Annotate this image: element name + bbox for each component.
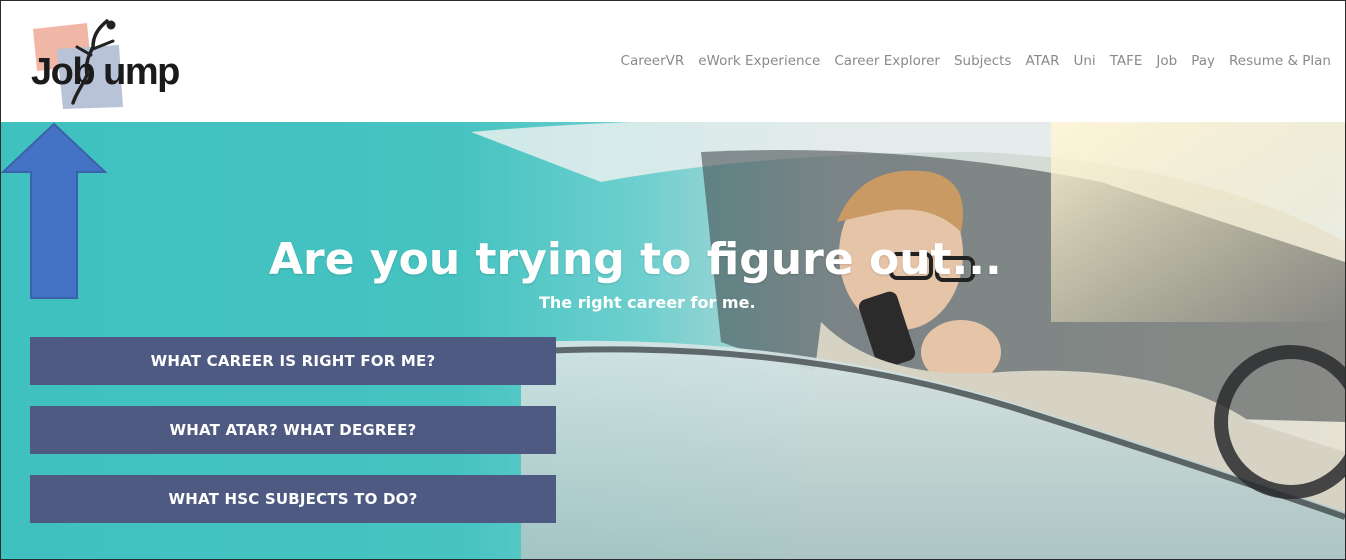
nav-item-subjects[interactable]: Subjects bbox=[954, 53, 1012, 69]
site-header: Job ump CareerVR eWork Experience Career… bbox=[1, 1, 1345, 122]
hero-headline: Are you trying to figure out... bbox=[269, 234, 1002, 285]
jobjump-logo[interactable]: Job ump bbox=[21, 15, 231, 115]
nav-item-ework-experience[interactable]: eWork Experience bbox=[698, 53, 820, 69]
nav-item-atar[interactable]: ATAR bbox=[1025, 53, 1059, 69]
nav-item-resume-plan[interactable]: Resume & Plan bbox=[1229, 53, 1331, 69]
nav-item-job[interactable]: Job bbox=[1156, 53, 1177, 69]
hero-banner: Are you trying to figure out... The righ… bbox=[1, 122, 1345, 559]
browser-page: Job ump CareerVR eWork Experience Career… bbox=[0, 0, 1346, 560]
nav-item-career-explorer[interactable]: Career Explorer bbox=[834, 53, 940, 69]
atar-degree-button[interactable]: WHAT ATAR? WHAT DEGREE? bbox=[30, 406, 556, 454]
nav-item-pay[interactable]: Pay bbox=[1191, 53, 1215, 69]
career-right-for-me-button[interactable]: WHAT CAREER IS RIGHT FOR ME? bbox=[30, 337, 556, 385]
nav-item-careervr[interactable]: CareerVR bbox=[621, 53, 685, 69]
nav-item-uni[interactable]: Uni bbox=[1073, 53, 1095, 69]
hsc-subjects-button[interactable]: WHAT HSC SUBJECTS TO DO? bbox=[30, 475, 556, 523]
logo-wordmark: Job ump bbox=[31, 51, 180, 93]
annotation-up-arrow-icon bbox=[1, 122, 107, 299]
hero-subline: The right career for me. bbox=[539, 293, 756, 312]
main-nav: CareerVR eWork Experience Career Explore… bbox=[621, 53, 1331, 69]
nav-item-tafe[interactable]: TAFE bbox=[1110, 53, 1143, 69]
